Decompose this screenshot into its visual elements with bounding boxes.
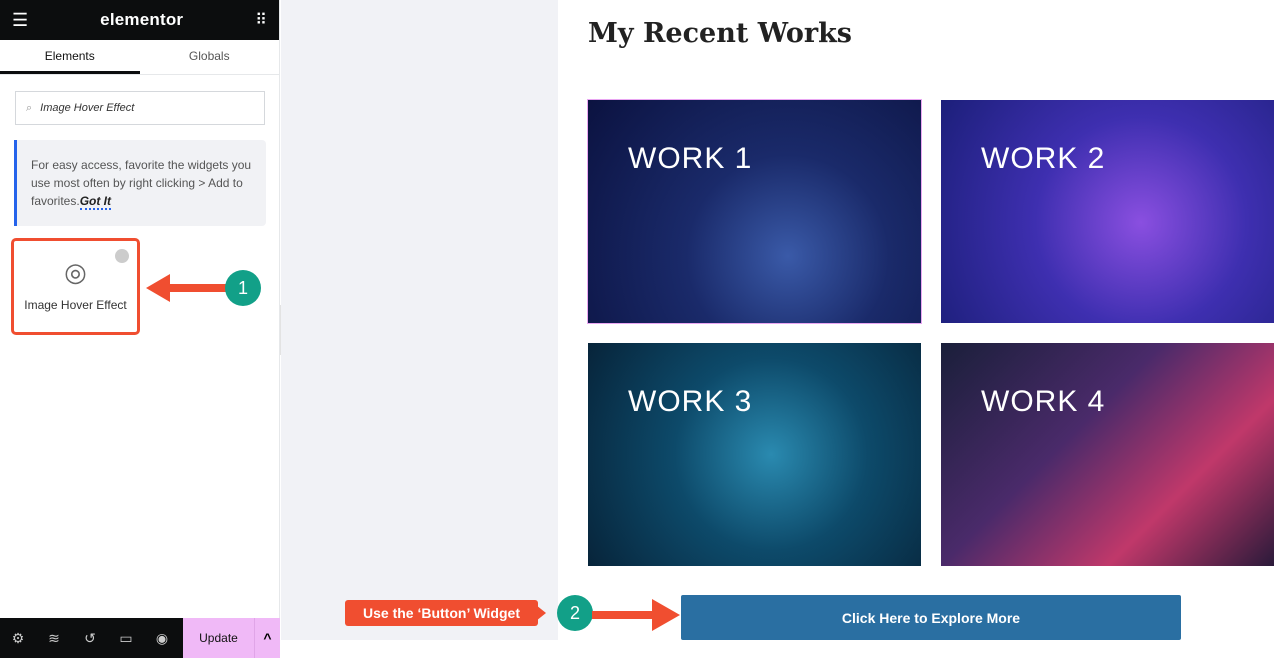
annotation-callout: Use the ‘Button’ Widget <box>345 600 538 626</box>
search-value: Image Hover Effect <box>40 102 135 114</box>
elementor-logo: elementor <box>100 10 184 29</box>
layers-icon[interactable]: ≋ <box>36 630 72 647</box>
sidebar-header: ☰ elementor ⠿ <box>0 0 279 40</box>
pro-badge-icon <box>115 249 129 263</box>
work-label: WORK 1 <box>628 142 753 175</box>
arrow-left-icon <box>146 274 228 302</box>
chevron-up-icon[interactable]: ^ <box>254 618 280 658</box>
tip-text: For easy access, favorite the widgets yo… <box>31 158 252 208</box>
step-badge-1: 1 <box>225 270 261 306</box>
work-card-4[interactable]: WORK 4 <box>941 343 1274 566</box>
search-icon: ⌕ <box>26 101 33 114</box>
history-icon[interactable]: ↺ <box>72 630 108 647</box>
favorites-tip: For easy access, favorite the widgets yo… <box>14 140 266 226</box>
page-title: My Recent Works <box>588 18 852 49</box>
tab-globals[interactable]: Globals <box>140 40 280 74</box>
canvas-area <box>281 0 558 640</box>
apps-grid-icon[interactable]: ⠿ <box>255 10 267 30</box>
explore-more-button[interactable]: Click Here to Explore More <box>681 595 1181 640</box>
got-it-link[interactable]: Got It <box>79 194 112 210</box>
hamburger-menu-icon[interactable]: ☰ <box>12 10 28 31</box>
preview-eye-icon[interactable]: ◉ <box>144 630 180 647</box>
work-card-2[interactable]: WORK 2 <box>941 100 1274 323</box>
work-label: WORK 2 <box>981 142 1106 175</box>
widget-search-input[interactable]: ⌕ Image Hover Effect <box>15 91 265 125</box>
step-badge-2: 2 <box>557 595 593 631</box>
sidebar-footer: ⚙ ≋ ↺ ▭ ◉ Update ^ <box>0 618 280 658</box>
arrow-right-icon <box>592 599 680 631</box>
update-button[interactable]: Update <box>183 618 254 658</box>
work-card-1[interactable]: WORK 1 <box>587 99 922 324</box>
tab-elements[interactable]: Elements <box>0 40 140 74</box>
settings-icon[interactable]: ⚙ <box>0 630 36 647</box>
work-label: WORK 4 <box>981 385 1106 418</box>
work-card-3[interactable]: WORK 3 <box>588 343 921 566</box>
widget-image-hover-effect[interactable]: ◎ Image Hover Effect <box>11 238 140 335</box>
responsive-icon[interactable]: ▭ <box>108 630 144 647</box>
widget-label: Image Hover Effect <box>24 298 127 312</box>
work-label: WORK 3 <box>628 385 753 418</box>
callout-pointer-icon <box>536 605 546 621</box>
elementor-sidebar: ☰ elementor ⠿ Elements Globals ⌕ Image Ho… <box>0 0 280 658</box>
